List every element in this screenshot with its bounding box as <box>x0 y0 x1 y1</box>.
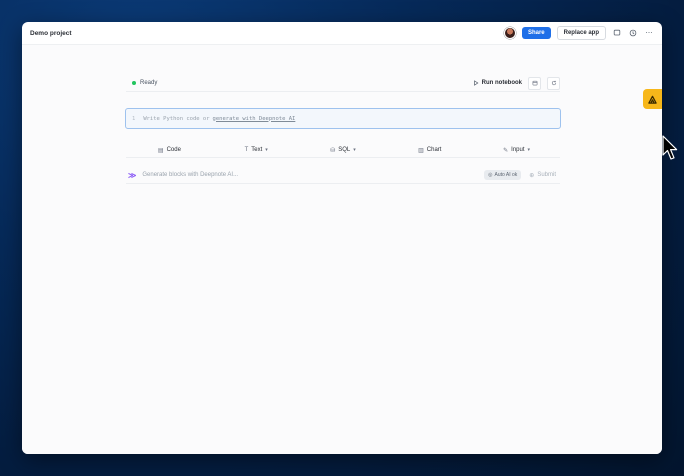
chevron-down-icon: ▾ <box>527 147 531 153</box>
add-sql-block-button[interactable]: ⛁ SQL ▾ <box>300 147 387 154</box>
add-block-toolbar: ▤ Code T Text ▾ ⛁ SQL ▾ ▥ Chart ✎ Input … <box>126 143 560 158</box>
deepnote-logo-icon <box>648 95 657 104</box>
code-cell-editor[interactable]: 1 Write Python code or generate with Dee… <box>125 108 561 129</box>
add-code-block-button[interactable]: ▤ Code <box>126 147 213 154</box>
robot-icon: ◎ <box>488 172 493 178</box>
run-notebook-button[interactable]: Run notebook <box>473 80 522 86</box>
share-button[interactable]: Share <box>521 27 551 39</box>
play-icon <box>473 80 479 86</box>
replace-app-button[interactable]: Replace app <box>556 26 606 40</box>
add-sql-label: SQL <box>338 147 351 153</box>
add-chart-label: Chart <box>426 147 442 153</box>
generate-with-ai-link[interactable]: generate with Deepnote AI <box>213 116 296 122</box>
auto-ai-badge[interactable]: ◎ Auto AI ok <box>484 170 522 180</box>
restart-icon[interactable] <box>547 76 560 90</box>
submit-button[interactable]: ⊕ Submit <box>529 172 556 179</box>
chevron-down-icon: ▾ <box>265 147 268 153</box>
add-text-label: Text <box>251 147 263 153</box>
history-icon[interactable] <box>628 28 638 38</box>
text-block-icon: T <box>244 147 249 153</box>
ai-sparkle-icon: ≫ <box>128 170 137 180</box>
more-icon[interactable]: ⋯ <box>644 28 654 38</box>
mouse-cursor-icon <box>662 135 678 160</box>
submit-label: Submit <box>537 172 556 178</box>
chart-icon: ▥ <box>418 147 424 154</box>
avatar[interactable] <box>503 27 516 39</box>
top-bar: Demo project Share Replace app ⋯ <box>22 22 662 45</box>
run-notebook-label: Run notebook <box>481 80 522 86</box>
deepnote-ai-launcher[interactable] <box>643 89 662 109</box>
project-title[interactable]: Demo project <box>30 30 72 37</box>
notebook-status-row: Ready Run notebook <box>126 75 560 92</box>
schedule-icon[interactable] <box>528 76 541 90</box>
line-number: 1 <box>132 115 136 122</box>
app-window: Demo project Share Replace app ⋯ Ready R… <box>22 22 662 454</box>
notebook-content: Ready Run notebook 1 Write Python code o… <box>22 45 662 454</box>
database-icon: ⛁ <box>330 147 336 154</box>
auto-ai-label: Auto AI ok <box>494 172 518 178</box>
ai-prompt-input[interactable]: Generate blocks with Deepnote AI... <box>142 172 238 178</box>
add-chart-block-button[interactable]: ▥ Chart <box>386 147 473 154</box>
ai-generate-row: ≫ Generate blocks with Deepnote AI... ◎ … <box>126 167 560 184</box>
status-text: Ready <box>140 80 158 86</box>
comments-icon[interactable] <box>612 28 622 38</box>
top-bar-actions: Share Replace app ⋯ <box>503 26 654 40</box>
add-code-label: Code <box>166 147 181 153</box>
chevron-down-icon: ▾ <box>353 147 356 153</box>
code-block-icon: ▤ <box>157 147 164 154</box>
submit-icon: ⊕ <box>529 172 535 179</box>
pencil-icon: ✎ <box>503 147 509 154</box>
status-indicator-icon <box>132 81 136 85</box>
code-placeholder: Write Python code or <box>143 115 210 122</box>
add-text-block-button[interactable]: T Text ▾ <box>213 147 300 153</box>
add-input-block-button[interactable]: ✎ Input ▾ <box>473 147 560 154</box>
add-input-label: Input <box>511 147 525 153</box>
